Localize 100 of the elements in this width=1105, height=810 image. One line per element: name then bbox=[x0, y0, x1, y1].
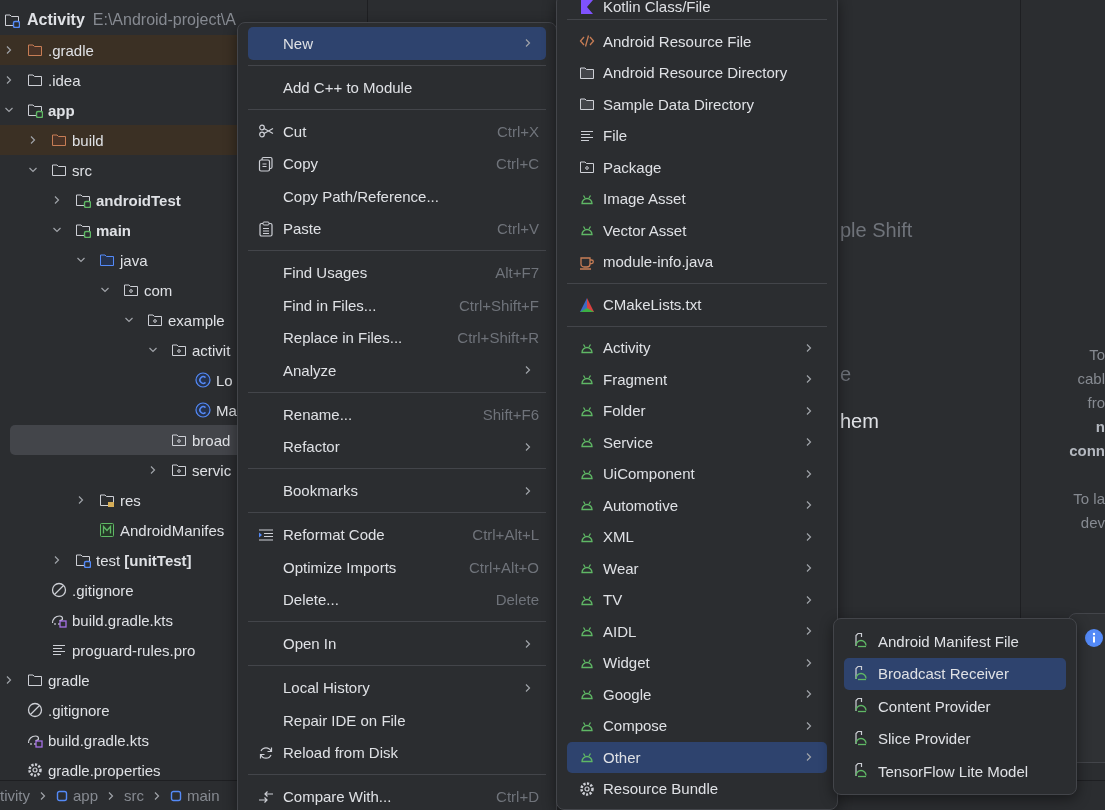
breadcrumb-item[interactable]: main bbox=[170, 787, 220, 804]
chevron-icon[interactable] bbox=[76, 255, 86, 265]
chevron-icon[interactable] bbox=[52, 195, 62, 205]
chevron-icon[interactable] bbox=[28, 135, 38, 145]
chevron-icon[interactable] bbox=[148, 465, 158, 475]
module-icon bbox=[56, 789, 68, 802]
manifest-icon bbox=[99, 522, 115, 538]
menu-item[interactable]: Copy Path/Reference... bbox=[248, 180, 546, 213]
shortcut-label: Ctrl+Shift+R bbox=[457, 329, 539, 347]
folder-icon bbox=[75, 192, 91, 208]
menu-item[interactable]: New bbox=[248, 27, 546, 60]
script-file-icon bbox=[51, 612, 67, 628]
menu-item[interactable]: Find in Files... Ctrl+Shift+F bbox=[248, 289, 546, 322]
folder-icon bbox=[27, 42, 43, 58]
shortcut-label: Delete bbox=[495, 591, 539, 609]
text-line: n bbox=[1095, 417, 1105, 437]
path-text: E:\Android-project\A bbox=[92, 11, 236, 29]
chevron-icon[interactable] bbox=[4, 105, 14, 115]
robot-file-icon bbox=[852, 729, 870, 748]
folder-icon bbox=[579, 64, 595, 81]
gear-icon bbox=[579, 780, 595, 797]
menu-item[interactable]: Automotive bbox=[567, 489, 827, 521]
menu-item[interactable]: Android Resource File bbox=[567, 25, 827, 57]
menu-item[interactable]: Replace in Files... Ctrl+Shift+R bbox=[248, 321, 546, 354]
chevron-icon[interactable] bbox=[52, 225, 62, 235]
menu-item[interactable]: Fragment bbox=[567, 363, 827, 395]
hint-text: ple Shift bbox=[840, 219, 914, 242]
menu-item[interactable]: Compose bbox=[567, 710, 827, 742]
menu-item[interactable]: Google bbox=[567, 678, 827, 710]
menu-item[interactable]: File bbox=[567, 120, 827, 152]
hint-text: e bbox=[840, 363, 853, 386]
package-icon bbox=[171, 342, 187, 358]
chevron-icon[interactable] bbox=[4, 75, 14, 85]
chevron-icon[interactable] bbox=[52, 555, 62, 565]
text-line: cabl bbox=[1077, 369, 1105, 389]
menu-item[interactable]: UiComponent bbox=[567, 458, 827, 490]
menu-item[interactable]: Slice Provider bbox=[844, 722, 1066, 755]
folder-icon bbox=[27, 72, 43, 88]
menu-item[interactable]: Android Resource Directory bbox=[567, 57, 827, 89]
menu-item[interactable]: TV bbox=[567, 584, 827, 616]
lines-icon bbox=[51, 642, 67, 658]
menu-item[interactable]: Widget bbox=[567, 647, 827, 679]
clipboard-icon bbox=[258, 220, 274, 237]
menu-item[interactable]: AIDL bbox=[567, 615, 827, 647]
menu-item[interactable]: Other bbox=[567, 741, 827, 773]
menu-item[interactable]: Repair IDE on File bbox=[248, 704, 546, 737]
chevron-icon[interactable] bbox=[124, 315, 134, 325]
package-icon bbox=[579, 159, 595, 176]
menu-item[interactable]: Wear bbox=[567, 552, 827, 584]
shortcut-label: Alt+F7 bbox=[495, 264, 539, 282]
gear-icon bbox=[27, 762, 43, 778]
menu-item[interactable]: TensorFlow Lite Model bbox=[844, 755, 1066, 788]
folder-icon bbox=[99, 492, 115, 508]
copy-icon bbox=[258, 155, 274, 172]
menu-item[interactable]: Compare With... Ctrl+D bbox=[248, 780, 546, 810]
chevron-icon[interactable] bbox=[28, 165, 38, 175]
menu-item[interactable]: Paste Ctrl+V bbox=[248, 212, 546, 245]
shortcut-label: Ctrl+C bbox=[496, 155, 539, 173]
menu-item[interactable]: Folder bbox=[567, 395, 827, 427]
text-line: dev bbox=[1080, 513, 1105, 533]
folder-icon bbox=[4, 12, 20, 28]
menu-item[interactable]: module-info.java bbox=[567, 246, 827, 278]
menu-item[interactable]: Vector Asset bbox=[567, 214, 827, 246]
breadcrumb-item[interactable]: tivity bbox=[0, 787, 30, 804]
menu-item[interactable]: Android Manifest File bbox=[844, 625, 1066, 658]
menu-item[interactable]: Reload from Disk bbox=[248, 736, 546, 769]
menu-item[interactable]: Kotlin Class/File bbox=[567, 0, 827, 14]
breadcrumb-item[interactable]: src bbox=[124, 787, 145, 804]
menu-item[interactable]: Service bbox=[567, 426, 827, 458]
package-icon bbox=[171, 432, 187, 448]
menu-item[interactable]: Analyze bbox=[248, 354, 546, 387]
menu-item[interactable]: Resource Bundle bbox=[567, 773, 827, 805]
folder-icon bbox=[51, 132, 67, 148]
refresh-icon bbox=[258, 744, 274, 761]
chevron-icon[interactable] bbox=[4, 45, 14, 55]
text-line: fro bbox=[1087, 393, 1105, 413]
folder-icon bbox=[27, 672, 43, 688]
shortcut-label: Ctrl+Alt+O bbox=[468, 558, 539, 576]
chevron-icon[interactable] bbox=[100, 285, 110, 295]
menu-item[interactable]: Package bbox=[567, 151, 827, 183]
chevron-icon[interactable] bbox=[76, 495, 86, 505]
menu-item[interactable]: Activity bbox=[567, 332, 827, 364]
menu-item[interactable]: Optimize Imports Ctrl+Alt+O bbox=[248, 551, 546, 584]
ignore-icon bbox=[27, 702, 43, 718]
package-icon bbox=[171, 462, 187, 478]
menu-item[interactable]: Find Usages Alt+F7 bbox=[248, 256, 546, 289]
hint-text: hem bbox=[840, 410, 880, 433]
text-line: To bbox=[1089, 345, 1105, 365]
breadcrumb-item[interactable]: app bbox=[56, 787, 99, 804]
menu-item[interactable]: Content Provider bbox=[844, 690, 1066, 723]
chevron-icon[interactable] bbox=[4, 675, 14, 685]
menu-item[interactable]: CMakeLists.txt bbox=[567, 289, 827, 321]
shortcut-label: Ctrl+V bbox=[496, 220, 539, 238]
menu-item[interactable]: Broadcast Receiver bbox=[844, 657, 1066, 690]
menu-item[interactable]: Local History bbox=[248, 671, 546, 704]
menu-item[interactable]: Sample Data Directory bbox=[567, 88, 827, 120]
chevron-icon[interactable] bbox=[148, 345, 158, 355]
menu-item[interactable]: Image Asset bbox=[567, 183, 827, 215]
menu-item[interactable]: XML bbox=[567, 521, 827, 553]
menu-item[interactable]: Reformat Code Ctrl+Alt+L bbox=[248, 518, 546, 551]
